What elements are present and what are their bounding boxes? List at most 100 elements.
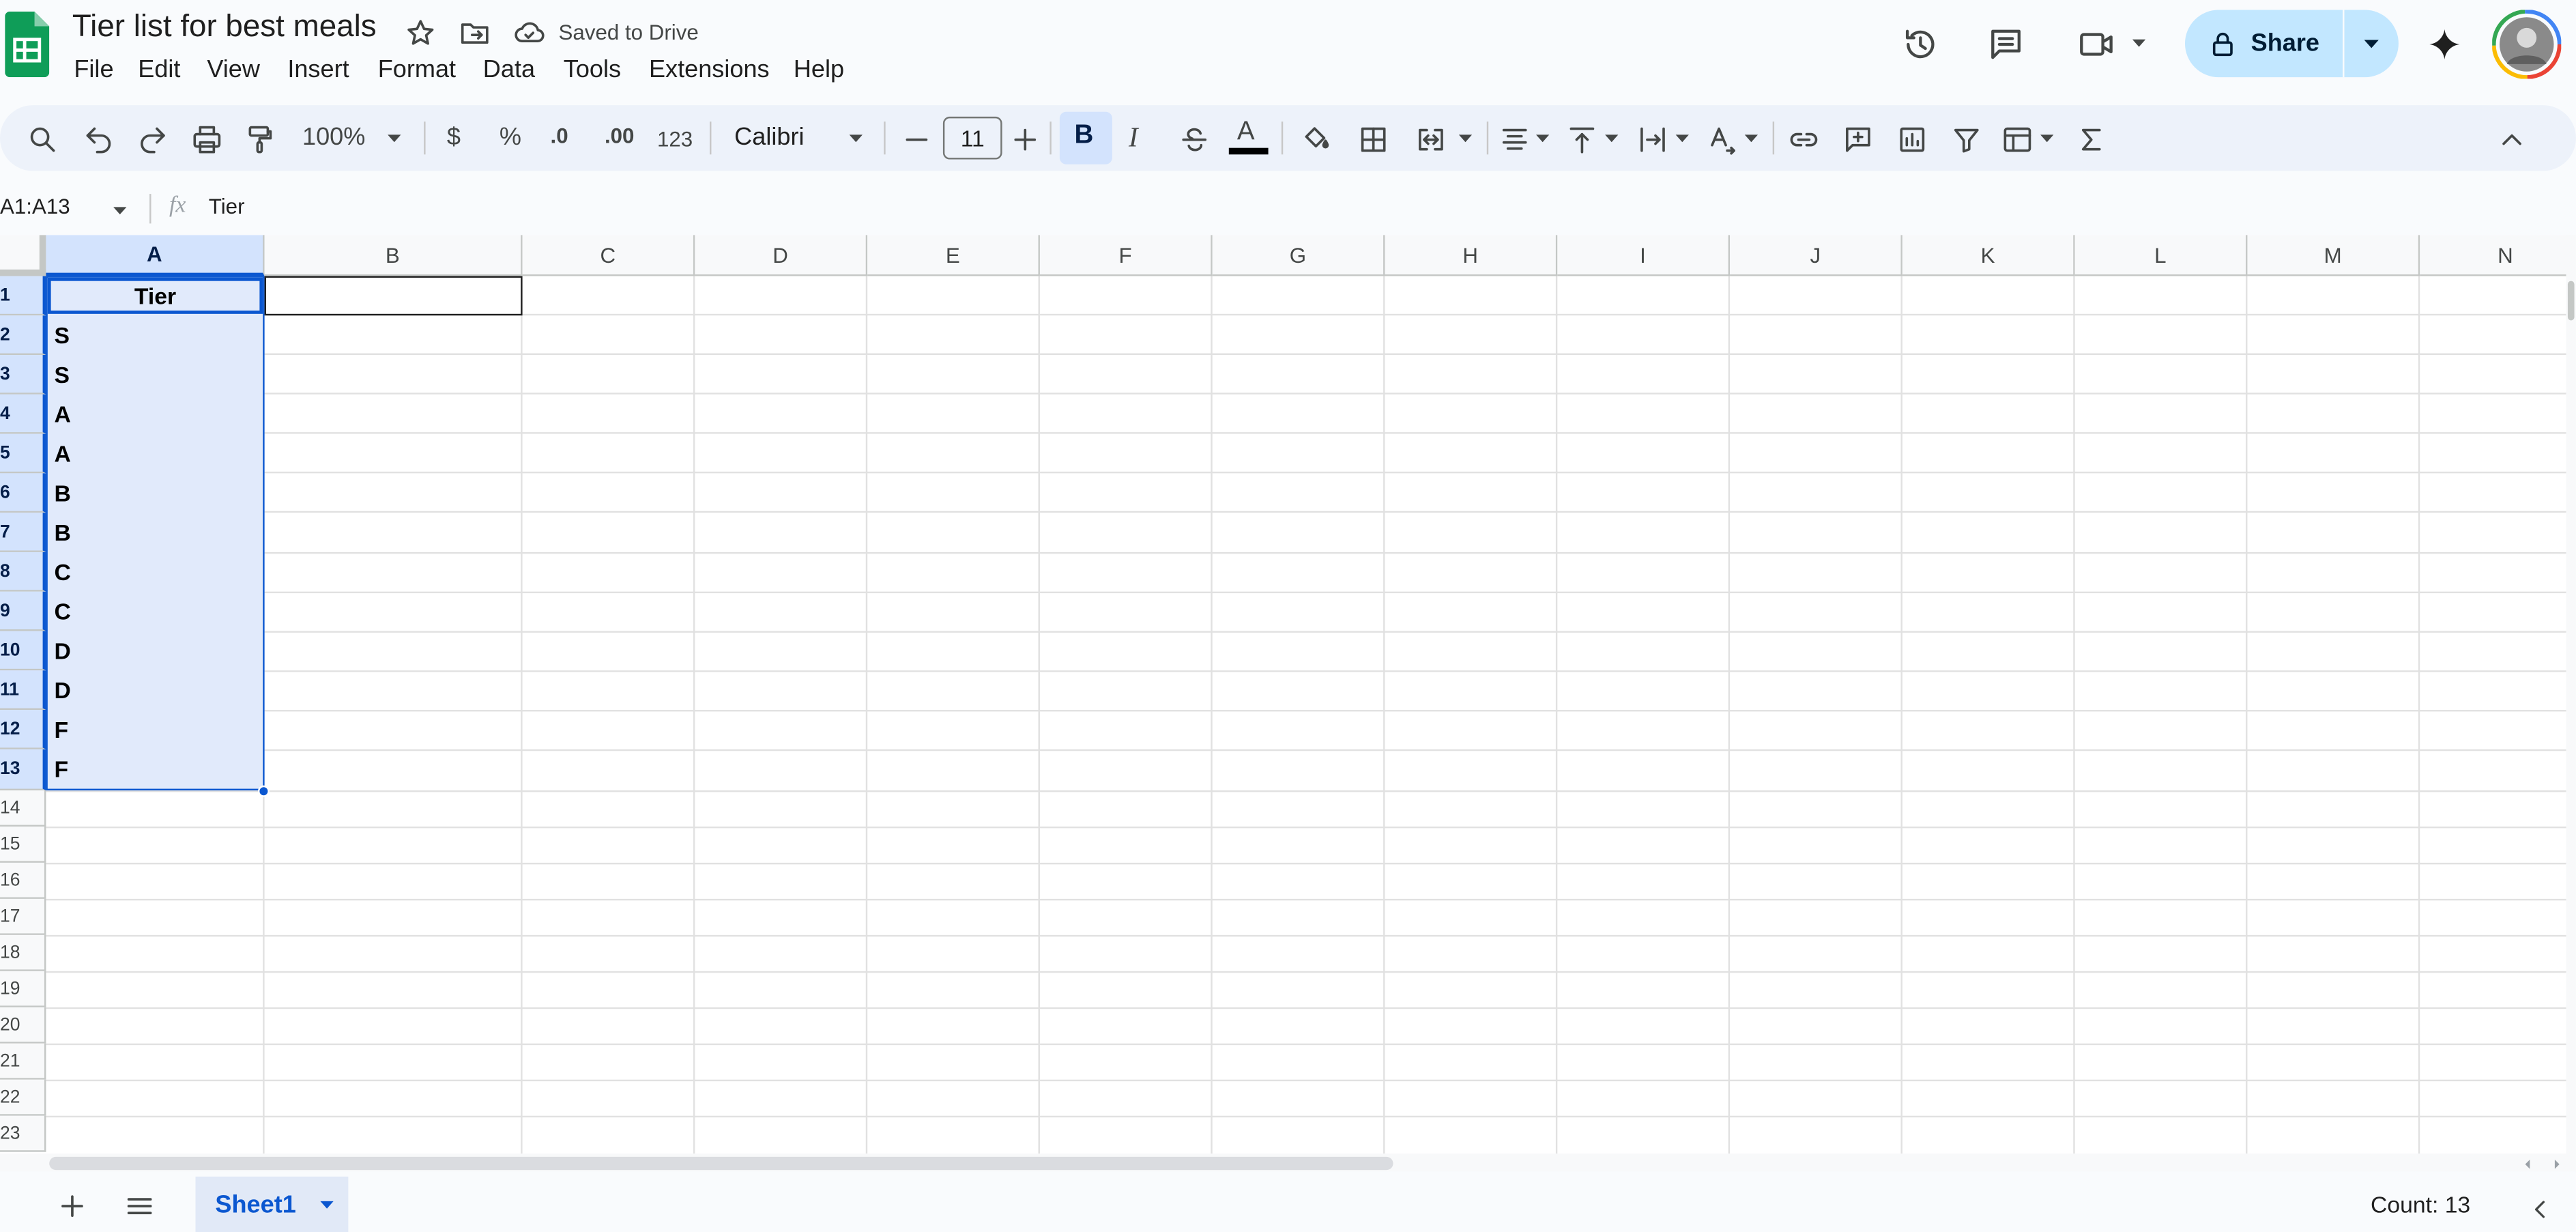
row-header-21[interactable]: 21 xyxy=(0,1044,46,1080)
row-header-6[interactable]: 6 xyxy=(0,473,46,513)
text-color-icon[interactable]: A xyxy=(1229,115,1269,158)
more-formats-button[interactable]: 123 xyxy=(657,126,693,151)
column-header-m[interactable]: M xyxy=(2247,235,2420,276)
menu-help[interactable]: Help xyxy=(794,56,844,84)
decrease-font-size-icon[interactable] xyxy=(900,121,933,158)
cell-a4[interactable]: A xyxy=(54,395,70,434)
menu-data[interactable]: Data xyxy=(483,56,535,84)
italic-icon[interactable]: I xyxy=(1129,121,1138,154)
move-folder-icon[interactable] xyxy=(457,15,493,51)
rotation-dropdown-icon[interactable] xyxy=(1740,125,1763,152)
vertical-scrollbar[interactable] xyxy=(2566,235,2576,1154)
menu-format[interactable]: Format xyxy=(378,56,456,84)
sheets-logo[interactable] xyxy=(5,12,49,77)
column-header-h[interactable]: H xyxy=(1385,235,1558,276)
comments-icon[interactable] xyxy=(1983,21,2029,67)
halign-dropdown-icon[interactable] xyxy=(1531,125,1554,152)
menu-file[interactable]: File xyxy=(74,56,113,84)
currency-format-button[interactable]: $ xyxy=(447,124,461,152)
row-header-3[interactable]: 3 xyxy=(0,355,46,395)
scroll-left-icon[interactable] xyxy=(2517,1154,2536,1173)
column-header-g[interactable]: G xyxy=(1213,235,1385,276)
row-header-1[interactable]: 1 xyxy=(0,276,46,315)
increase-decimal-button[interactable]: .00 xyxy=(605,124,635,148)
undo-icon[interactable] xyxy=(81,121,117,158)
row-header-15[interactable]: 15 xyxy=(0,827,46,863)
scroll-right-icon[interactable] xyxy=(2547,1154,2566,1173)
star-icon[interactable] xyxy=(403,15,439,51)
percent-format-button[interactable]: % xyxy=(500,124,521,152)
row-header-14[interactable]: 14 xyxy=(0,790,46,827)
zoom-select[interactable]: 100% xyxy=(302,124,365,152)
text-rotation-icon[interactable] xyxy=(1704,121,1740,158)
name-box-dropdown-icon[interactable] xyxy=(108,197,132,224)
cell-a5[interactable]: A xyxy=(54,434,70,474)
increase-font-size-icon[interactable] xyxy=(1009,121,1041,158)
filter-views-icon[interactable] xyxy=(1999,121,2036,158)
add-sheet-icon[interactable] xyxy=(56,1190,89,1222)
bold-button[interactable]: B xyxy=(1060,112,1112,164)
account-avatar[interactable] xyxy=(2492,10,2561,78)
cell-a9[interactable]: C xyxy=(54,592,70,631)
row-header-18[interactable]: 18 xyxy=(0,935,46,971)
row-header-20[interactable]: 20 xyxy=(0,1007,46,1044)
row-header-16[interactable]: 16 xyxy=(0,863,46,899)
menu-insert[interactable]: Insert xyxy=(287,56,349,84)
row-header-10[interactable]: 10 xyxy=(0,631,46,670)
row-header-4[interactable]: 4 xyxy=(0,395,46,434)
menu-view[interactable]: View xyxy=(207,56,260,84)
cell-a1[interactable]: Tier xyxy=(49,278,261,314)
column-header-d[interactable]: D xyxy=(695,235,867,276)
horizontal-scroll-thumb[interactable] xyxy=(49,1157,1393,1170)
share-button[interactable]: Share xyxy=(2185,10,2343,77)
row-header-8[interactable]: 8 xyxy=(0,552,46,592)
row-header-19[interactable]: 19 xyxy=(0,971,46,1007)
vertical-align-icon[interactable] xyxy=(1564,121,1600,158)
insert-chart-icon[interactable] xyxy=(1894,121,1930,158)
font-dropdown-icon[interactable] xyxy=(844,125,867,152)
collapse-toolbar-icon[interactable] xyxy=(2494,121,2530,158)
filter-icon[interactable] xyxy=(1948,121,1984,158)
column-header-n[interactable]: N xyxy=(2420,235,2566,276)
wrap-dropdown-icon[interactable] xyxy=(1670,125,1694,152)
text-wrapping-icon[interactable] xyxy=(1634,121,1670,158)
menu-tools[interactable]: Tools xyxy=(564,56,621,84)
column-header-l[interactable]: L xyxy=(2075,235,2248,276)
row-header-9[interactable]: 9 xyxy=(0,592,46,631)
meet-icon[interactable] xyxy=(2072,21,2121,67)
borders-icon[interactable] xyxy=(1355,121,1391,158)
merge-dropdown-icon[interactable] xyxy=(1454,125,1477,152)
version-history-icon[interactable] xyxy=(1898,21,1943,67)
column-header-a[interactable]: A xyxy=(46,235,264,276)
search-menus-icon[interactable] xyxy=(25,121,61,158)
horizontal-scrollbar[interactable] xyxy=(0,1154,2576,1173)
column-header-j[interactable]: J xyxy=(1730,235,1902,276)
spreadsheet-grid[interactable]: A B C D E F G H I J K L M N xyxy=(0,235,2566,1154)
row-header-5[interactable]: 5 xyxy=(0,434,46,474)
strikethrough-icon[interactable] xyxy=(1176,121,1213,158)
row-header-12[interactable]: 12 xyxy=(0,710,46,749)
meet-dropdown-icon[interactable] xyxy=(2126,27,2152,59)
selection-count[interactable]: Count: 13 xyxy=(2371,1191,2470,1218)
cell-a13[interactable]: F xyxy=(54,749,68,789)
row-header-17[interactable]: 17 xyxy=(0,899,46,935)
insert-link-icon[interactable] xyxy=(1786,121,1822,158)
column-header-e[interactable]: E xyxy=(867,235,1040,276)
zoom-dropdown-icon[interactable] xyxy=(383,125,406,152)
document-title[interactable]: Tier list for best meals xyxy=(72,10,377,46)
cell-a8[interactable]: C xyxy=(54,552,70,592)
row-header-22[interactable]: 22 xyxy=(0,1080,46,1116)
gemini-icon[interactable] xyxy=(2422,21,2468,67)
functions-icon[interactable] xyxy=(2073,121,2109,158)
column-header-i[interactable]: I xyxy=(1557,235,1730,276)
column-header-f[interactable]: F xyxy=(1040,235,1213,276)
select-all-corner[interactable] xyxy=(0,235,46,276)
print-icon[interactable] xyxy=(189,121,225,158)
merge-cells-icon[interactable] xyxy=(1413,121,1449,158)
decrease-decimal-button[interactable]: .0 xyxy=(551,124,568,148)
column-header-k[interactable]: K xyxy=(1902,235,2075,276)
cell-a6[interactable]: B xyxy=(54,473,70,513)
fill-handle[interactable] xyxy=(258,786,270,797)
row-header-11[interactable]: 11 xyxy=(0,670,46,710)
insert-comment-icon[interactable] xyxy=(1840,121,1876,158)
